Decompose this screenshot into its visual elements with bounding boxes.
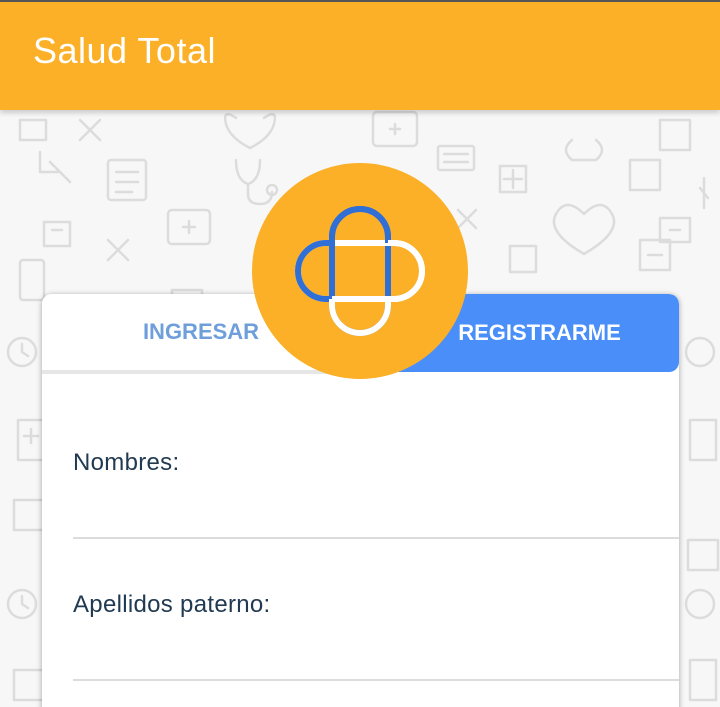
app-title: Salud Total xyxy=(33,30,216,71)
app-bar: Salud Total xyxy=(0,0,720,110)
nombres-input[interactable] xyxy=(73,477,679,539)
apellido-paterno-label: Apellidos paterno: xyxy=(73,591,271,618)
nombres-field-group: Nombres: xyxy=(73,449,679,539)
status-bar-edge xyxy=(0,0,720,2)
app-logo xyxy=(252,163,468,379)
apellido-paterno-input[interactable] xyxy=(73,619,679,681)
medical-cross-bandage-icon xyxy=(295,206,425,336)
screen: Salud Total INGRESAR REGISTRARME Nombres… xyxy=(0,0,720,707)
nombres-label: Nombres: xyxy=(73,449,180,476)
apellido-paterno-field-group: Apellidos paterno: xyxy=(73,591,679,681)
